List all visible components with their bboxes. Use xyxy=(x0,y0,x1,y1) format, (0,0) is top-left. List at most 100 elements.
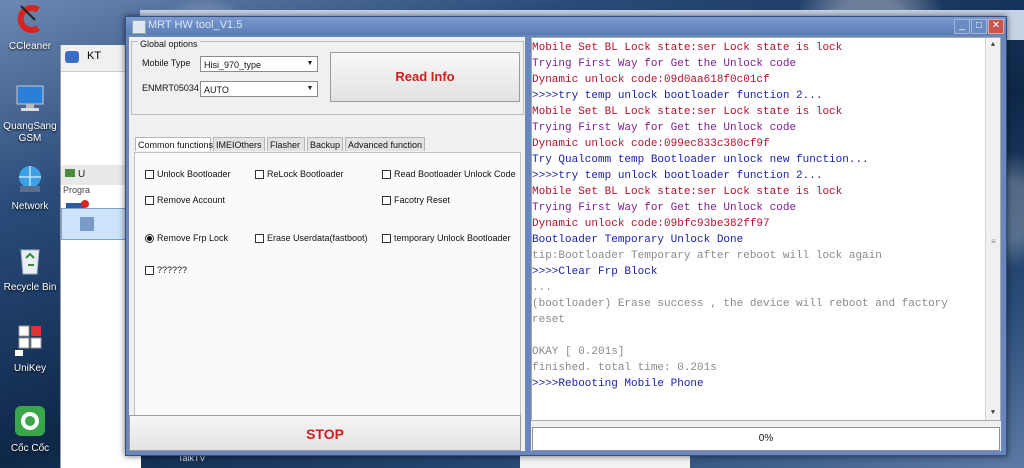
option-label: Remove Account xyxy=(157,195,226,205)
log-line: Dynamic unlock code:09bfc93be382ff97 xyxy=(532,218,770,230)
factory-reset-checkbox[interactable]: Facotry Reset xyxy=(382,195,450,205)
device-icon xyxy=(80,217,94,231)
remove-frp-lock-radio[interactable]: Remove Frp Lock xyxy=(145,233,228,243)
progress-text: 0% xyxy=(758,433,774,444)
log-line: (bootloader) Erase success , the device … xyxy=(532,298,948,310)
checkbox-icon xyxy=(382,170,391,179)
temp-unlock-checkbox[interactable]: temporary Unlock Bootloader xyxy=(382,233,511,243)
left-panel: Global options Mobile Type Hisi_970_type… xyxy=(129,37,525,451)
log-line: Trying First Way for Get the Unlock code xyxy=(532,202,797,214)
desktop-icon-label: Cốc Cốc xyxy=(10,443,50,454)
mobile-type-label: Mobile Type xyxy=(142,58,191,68)
desktop-icon-label: Network xyxy=(11,201,49,212)
read-info-button[interactable]: Read Info xyxy=(330,52,520,102)
checkbox-icon xyxy=(145,266,154,275)
app-icon xyxy=(65,169,75,177)
log-line: >>>>Clear Frp Block xyxy=(532,266,658,278)
chevron-down-icon: ▼ xyxy=(306,85,314,92)
tab-imei-others[interactable]: IMEIOthers xyxy=(213,137,265,151)
log-line: Mobile Set BL Lock state:ser Lock state … xyxy=(532,186,843,198)
mobile-type-value: Hisi_970_type xyxy=(204,60,262,70)
desktop-icon-label: CCleaner xyxy=(8,41,52,52)
maximize-button[interactable]: □ xyxy=(971,19,987,34)
progress-bar: 0% xyxy=(532,427,1000,451)
unknown-option-checkbox[interactable]: ?????? xyxy=(145,265,187,275)
log-scrollbar[interactable]: ▲ ≡ ▼ xyxy=(985,38,1000,420)
close-button[interactable]: ✕ xyxy=(988,19,1004,34)
log-line: Dynamic unlock code:09d0aa618f0c01cf xyxy=(532,74,770,86)
mobile-type-select[interactable]: Hisi_970_type ▼ xyxy=(200,56,318,72)
option-label: ?????? xyxy=(157,265,188,275)
checkbox-icon xyxy=(255,170,264,179)
network-icon xyxy=(19,166,41,192)
global-options-group: Global options Mobile Type Hisi_970_type… xyxy=(131,39,524,115)
tab-advanced-function[interactable]: Advanced function xyxy=(345,137,425,151)
scroll-thumb[interactable]: ≡ xyxy=(991,238,996,247)
scroll-up-icon[interactable]: ▲ xyxy=(986,38,1000,52)
app-icon xyxy=(132,20,146,34)
erase-userdata-checkbox[interactable]: Erase Userdata(fastboot) xyxy=(255,233,368,243)
unikey-icon xyxy=(15,325,42,356)
option-label: Facotry Reset xyxy=(394,195,451,205)
enmrt-select[interactable]: AUTO ▼ xyxy=(200,81,318,97)
minimize-button[interactable]: _ xyxy=(954,19,970,34)
remove-account-checkbox[interactable]: Remove Account xyxy=(145,195,225,205)
log-line: Trying First Way for Get the Unlock code xyxy=(532,58,797,70)
window-titlebar[interactable]: MRT HW tool_V1.5 _ □ ✕ xyxy=(126,17,1006,35)
log-line: finished. total time: 0.201s xyxy=(532,362,717,374)
background-window-row-label: U xyxy=(78,169,86,180)
option-label: Unlock Bootloader xyxy=(157,169,231,179)
option-label: Remove Frp Lock xyxy=(157,233,229,243)
enmrt-value: AUTO xyxy=(204,85,229,95)
log-line: Mobile Set BL Lock state:ser Lock state … xyxy=(532,106,843,118)
log-line: ... xyxy=(532,282,552,294)
option-label: ReLock Bootloader xyxy=(267,169,344,179)
desktop-icon-network[interactable]: Network xyxy=(2,162,58,213)
ccleaner-icon xyxy=(17,5,40,33)
tab-common-functions[interactable]: Common functions xyxy=(135,137,213,151)
checkbox-icon xyxy=(382,196,391,205)
log-line: tip:Bootloader Temporary after reboot wi… xyxy=(532,250,882,262)
scroll-down-icon[interactable]: ▼ xyxy=(986,406,1000,420)
log-output[interactable]: >>>>Rebooting Mobile Phone finished. tot… xyxy=(531,37,1001,421)
unlock-bootloader-checkbox[interactable]: Unlock Bootloader xyxy=(145,169,231,179)
desktop-icon-label: UniKey xyxy=(13,363,47,374)
coccoc-icon xyxy=(15,406,45,436)
enmrt-label: ENMRT05034 xyxy=(142,83,199,93)
teamviewer-icon xyxy=(65,51,79,63)
recycle-bin-icon xyxy=(20,249,40,275)
log-line: >>>>try temp unlock bootloader function … xyxy=(532,90,823,102)
global-options-title: Global options xyxy=(138,39,200,49)
tab-flasher[interactable]: Flasher xyxy=(267,137,305,151)
background-window-bottom xyxy=(520,455,690,468)
desktop-icon-unikey[interactable]: UniKey xyxy=(2,324,58,375)
desktop-icon-recycle-bin[interactable]: Recycle Bin xyxy=(2,243,58,294)
background-window-label: KT xyxy=(87,50,102,62)
desktop-icon-coccoc[interactable]: Cốc Cốc xyxy=(2,404,58,455)
window-title: MRT HW tool_V1.5 xyxy=(148,19,243,31)
radio-selected-icon xyxy=(145,234,154,243)
mrt-tool-window: MRT HW tool_V1.5 _ □ ✕ Global options Mo… xyxy=(125,16,1007,456)
desktop-icon-ccleaner[interactable]: CCleaner xyxy=(2,2,58,53)
log-line: OKAY [ 0.201s] xyxy=(532,346,625,358)
desktop-icon-quangsang[interactable]: QuangSang GSM xyxy=(2,82,58,145)
log-line: Bootloader Temporary Unlock Done xyxy=(532,234,744,246)
log-line: Mobile Set BL Lock state:ser Lock state … xyxy=(532,42,843,54)
relock-bootloader-checkbox[interactable]: ReLock Bootloader xyxy=(255,169,344,179)
error-badge-icon xyxy=(81,200,89,208)
checkbox-icon xyxy=(145,196,154,205)
stop-button[interactable]: STOP xyxy=(129,415,521,451)
common-functions-panel: Unlock Bootloader ReLock Bootloader Read… xyxy=(134,152,521,417)
log-line: reset xyxy=(532,314,566,326)
right-panel: >>>>Rebooting Mobile Phone finished. tot… xyxy=(531,37,1001,451)
checkbox-icon xyxy=(145,170,154,179)
tab-backup[interactable]: Backup xyxy=(307,137,343,151)
log-line: >>>>Rebooting Mobile Phone xyxy=(532,378,704,390)
checkbox-icon xyxy=(382,234,391,243)
read-unlock-code-checkbox[interactable]: Read Bootloader Unlock Code xyxy=(382,169,516,179)
log-line: >>>>try temp unlock bootloader function … xyxy=(532,170,823,182)
checkbox-icon xyxy=(255,234,264,243)
log-line: Trying First Way for Get the Unlock code xyxy=(532,122,797,134)
computer-icon xyxy=(16,85,44,111)
chevron-down-icon: ▼ xyxy=(306,60,314,67)
